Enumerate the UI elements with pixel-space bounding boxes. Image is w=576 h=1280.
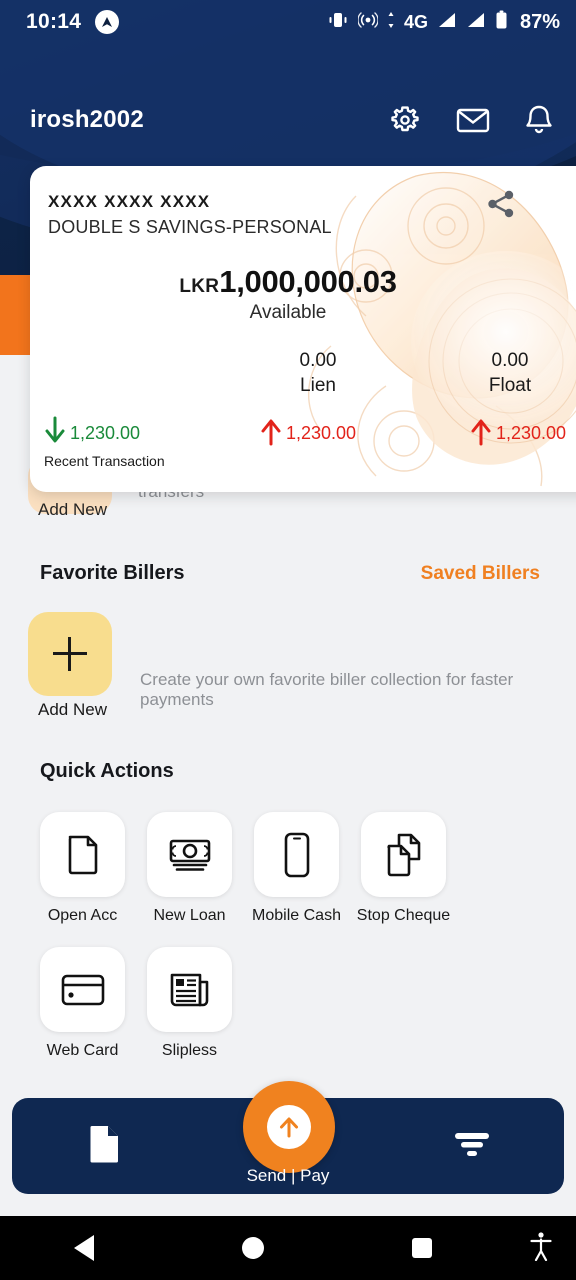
network-type-label: 4G — [403, 11, 428, 32]
document-icon — [40, 812, 125, 897]
data-transfer-icon — [387, 11, 395, 34]
hotspot-icon — [357, 11, 379, 34]
battery-percent: 87% — [519, 10, 560, 33]
app-header: irosh2002 — [0, 92, 576, 148]
add-new-biller-label: Add New — [38, 700, 107, 719]
share-icon[interactable] — [485, 188, 517, 225]
quick-action-label: Slipless — [161, 1042, 218, 1059]
quick-action-label: Web Card — [46, 1042, 119, 1059]
bottom-nav-documents-button[interactable] — [12, 1124, 196, 1169]
app-screen: 10:14 4G 87% irosh2002 Add New XXXX XXXX… — [0, 0, 576, 1280]
android-accessibility-button[interactable] — [506, 1231, 576, 1266]
status-icons: 4G 87% — [327, 10, 560, 35]
battery-icon — [495, 10, 508, 35]
quick-action-label: Mobile Cash — [252, 907, 341, 924]
home-icon — [242, 1237, 264, 1259]
back-icon — [74, 1235, 95, 1261]
signal-bars-icon-2 — [466, 11, 486, 34]
balance-caption: Available — [249, 302, 327, 323]
settings-icon[interactable] — [388, 103, 422, 137]
vibrate-icon — [327, 11, 349, 34]
bell-icon[interactable] — [524, 104, 554, 136]
lien-label: Lien — [300, 375, 336, 396]
quick-actions-grid: Open Acc New Loan Mobile Cash Stop Chequ… — [0, 812, 576, 1082]
android-back-button[interactable] — [0, 1235, 169, 1261]
balance-currency: LKR — [179, 276, 220, 297]
android-recents-button[interactable] — [337, 1238, 506, 1258]
favorite-transfers-add-new-label: Add New — [38, 500, 107, 519]
arrow-down-icon — [44, 416, 66, 451]
balance-amount: 1,000,000.03 — [219, 264, 397, 299]
username-label: irosh2002 — [30, 106, 144, 133]
quick-action-web-card[interactable]: Web Card — [40, 947, 125, 1060]
documents-stack-icon — [361, 812, 446, 897]
float-value: 0.00 — [491, 350, 529, 371]
quick-action-label: Open Acc — [47, 907, 118, 924]
mini-stat-lien: 0.00 Lien — [222, 350, 414, 397]
document-icon — [87, 1124, 121, 1169]
quick-action-label: New Loan — [153, 907, 226, 924]
quick-action-open-acc[interactable]: Open Acc — [40, 812, 125, 925]
trend-recent-transaction: 1,230.00 Recent Transaction — [30, 416, 220, 469]
android-navigation-bar — [0, 1216, 576, 1280]
credit-card-icon — [40, 947, 125, 1032]
filter-icon — [451, 1127, 493, 1166]
bottom-nav-filter-button[interactable] — [380, 1127, 564, 1166]
arrow-up-icon — [260, 416, 282, 451]
banknote-icon — [147, 812, 232, 897]
lien-value: 0.00 — [299, 350, 337, 371]
send-pay-fab-button[interactable] — [243, 1081, 335, 1173]
favorite-billers-title: Favorite Billers — [40, 562, 185, 584]
trend-tertiary: 1,230.00 — [396, 416, 576, 469]
header-actions — [388, 103, 554, 137]
plus-icon — [53, 637, 87, 671]
favorite-billers-description: Create your own favorite biller collecti… — [140, 670, 514, 709]
favorite-billers-header: Favorite Billers Saved Billers — [0, 562, 576, 585]
recents-icon — [411, 1238, 432, 1258]
quick-action-label: Stop Cheque — [356, 907, 451, 924]
signal-bars-icon — [437, 11, 457, 34]
mobile-phone-icon — [254, 812, 339, 897]
account-card[interactable]: XXXX XXXX XXXX DOUBLE S SAVINGS-PERSONAL… — [30, 166, 576, 492]
account-name: DOUBLE S SAVINGS-PERSONAL — [48, 217, 332, 237]
trend-secondary: 1,230.00 — [220, 416, 396, 469]
balance-row: LKR 1,000,000.03 — [30, 264, 546, 300]
trend-amount-1: 1,230.00 — [70, 423, 141, 443]
quick-actions-title: Quick Actions — [40, 760, 174, 782]
float-label: Float — [488, 375, 532, 396]
quick-action-new-loan[interactable]: New Loan — [147, 812, 232, 925]
arrow-up-circle-icon — [267, 1105, 311, 1149]
mini-stats-row: .. 0.00 Lien 0.00 Float — [30, 350, 576, 397]
mini-stat-float: 0.00 Float — [414, 350, 576, 397]
status-time: 10:14 — [26, 10, 82, 33]
app-logo-icon — [95, 10, 120, 34]
status-bar: 10:14 4G 87% — [0, 0, 576, 44]
quick-actions-header: Quick Actions — [0, 760, 576, 783]
accessibility-icon — [529, 1231, 553, 1266]
add-new-biller-button[interactable] — [28, 612, 112, 696]
trend-row: 1,230.00 Recent Transaction 1,230.00 1,2… — [30, 416, 576, 469]
saved-billers-link[interactable]: Saved Billers — [421, 563, 540, 585]
trend-amount-2: 1,230.00 — [285, 423, 357, 443]
arrow-up-icon-2 — [470, 416, 492, 451]
android-home-button[interactable] — [169, 1237, 338, 1259]
mail-icon[interactable] — [456, 105, 490, 135]
quick-action-stop-cheque[interactable]: Stop Cheque — [357, 812, 450, 925]
quick-action-mobile-cash[interactable]: Mobile Cash — [252, 812, 341, 925]
account-masked-number: XXXX XXXX XXXX — [48, 192, 211, 211]
quick-action-slipless[interactable]: Slipless — [147, 947, 232, 1060]
trend-amount-3: 1,230.00 — [495, 423, 567, 443]
trend-caption-1: Recent Transaction — [44, 453, 165, 469]
receipt-icon — [147, 947, 232, 1032]
